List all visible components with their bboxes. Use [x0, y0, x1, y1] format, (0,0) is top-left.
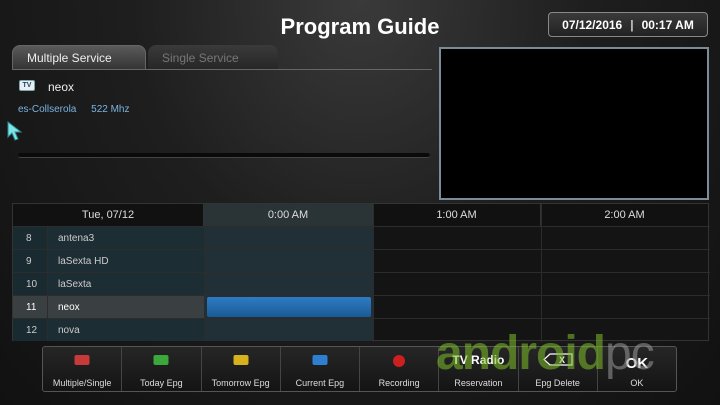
channel-name: antena3	[47, 227, 204, 249]
button-label: OK	[630, 378, 644, 388]
today-epg-button[interactable]: Today Epg	[122, 347, 202, 391]
tomorrow-epg-button[interactable]: Tomorrow Epg	[202, 347, 281, 391]
tab-multiple-service[interactable]: Multiple Service	[12, 45, 146, 70]
program-slot[interactable]	[204, 227, 373, 249]
red-square-icon	[74, 355, 90, 365]
button-label: Tomorrow Epg	[211, 378, 270, 388]
tv-radio-icon: TV Radio	[452, 353, 505, 367]
blue-square-icon	[312, 355, 328, 365]
epg-delete-button[interactable]: X Epg Delete	[519, 347, 598, 391]
button-label: Reservation	[454, 378, 503, 388]
time-text: 00:17 AM	[641, 17, 694, 32]
delete-key-icon: X	[542, 353, 573, 371]
delete-key-label: X	[559, 355, 565, 365]
channel-row-lasexta[interactable]: 10 laSexta	[13, 272, 710, 295]
grid-divider	[373, 204, 374, 342]
tv-service-icon: TV	[19, 80, 35, 91]
service-network: es-Collserola	[18, 104, 77, 115]
mouse-pointer-icon	[7, 120, 23, 146]
datetime-display: 07/12/2016 | 00:17 AM	[548, 12, 708, 37]
channel-number: 12	[13, 319, 47, 341]
time-header-0: 0:00 AM	[204, 204, 373, 226]
channel-number: 8	[13, 227, 47, 249]
date-text: 07/12/2016	[562, 17, 623, 32]
channel-row-lasexta-hd[interactable]: 9 laSexta HD	[13, 249, 710, 272]
channel-name: nova	[47, 319, 204, 341]
recording-button[interactable]: Recording	[360, 347, 440, 391]
datetime-separator: |	[630, 17, 634, 32]
ok-button[interactable]: OK OK	[598, 347, 676, 391]
service-name: neox	[48, 80, 75, 94]
channel-row-antena3[interactable]: 8 antena3	[13, 226, 710, 249]
button-label: Multiple/Single	[52, 378, 112, 388]
service-info: es-Collserola 522 Mhz	[18, 104, 142, 115]
signal-progress-bar	[18, 153, 430, 158]
time-header-2: 2:00 AM	[541, 204, 708, 226]
program-slot[interactable]	[204, 319, 373, 341]
button-label: Today Epg	[140, 378, 183, 388]
channel-number: 11	[13, 296, 47, 318]
button-label: Epg Delete	[535, 378, 580, 388]
button-label: Current Epg	[295, 378, 345, 388]
tab-single-service[interactable]: Single Service	[148, 45, 278, 70]
reservation-button[interactable]: TV Radio Reservation	[439, 347, 519, 391]
channel-row-neox[interactable]: 11 neox	[13, 295, 710, 318]
multiple-single-button[interactable]: Multiple/Single	[43, 347, 123, 391]
program-slot[interactable]	[204, 273, 373, 295]
channel-name: neox	[47, 296, 204, 318]
service-frequency: 522 Mhz	[91, 104, 130, 115]
video-preview	[439, 47, 709, 200]
channel-number: 10	[13, 273, 47, 295]
epg-grid: Tue, 07/12 0:00 AM 1:00 AM 2:00 AM 8 ant…	[12, 203, 710, 342]
green-square-icon	[153, 355, 169, 365]
ok-icon: OK	[625, 355, 649, 372]
channel-name: laSexta HD	[47, 250, 204, 272]
function-toolbar: Multiple/Single Today Epg Tomorrow Epg C…	[42, 346, 677, 392]
program-slot[interactable]	[204, 250, 373, 272]
selected-program-block[interactable]	[207, 297, 371, 317]
tab-divider	[12, 69, 432, 70]
yellow-square-icon	[233, 355, 249, 365]
channel-row-nova[interactable]: 12 nova	[13, 318, 710, 341]
grid-date-header: Tue, 07/12	[13, 204, 204, 226]
current-epg-button[interactable]: Current Epg	[281, 347, 360, 391]
time-header-1: 1:00 AM	[373, 204, 541, 226]
button-label: Recording	[378, 378, 420, 388]
grid-divider	[541, 204, 542, 342]
record-dot-icon	[393, 355, 406, 367]
channel-number: 9	[13, 250, 47, 272]
channel-name: laSexta	[47, 273, 204, 295]
